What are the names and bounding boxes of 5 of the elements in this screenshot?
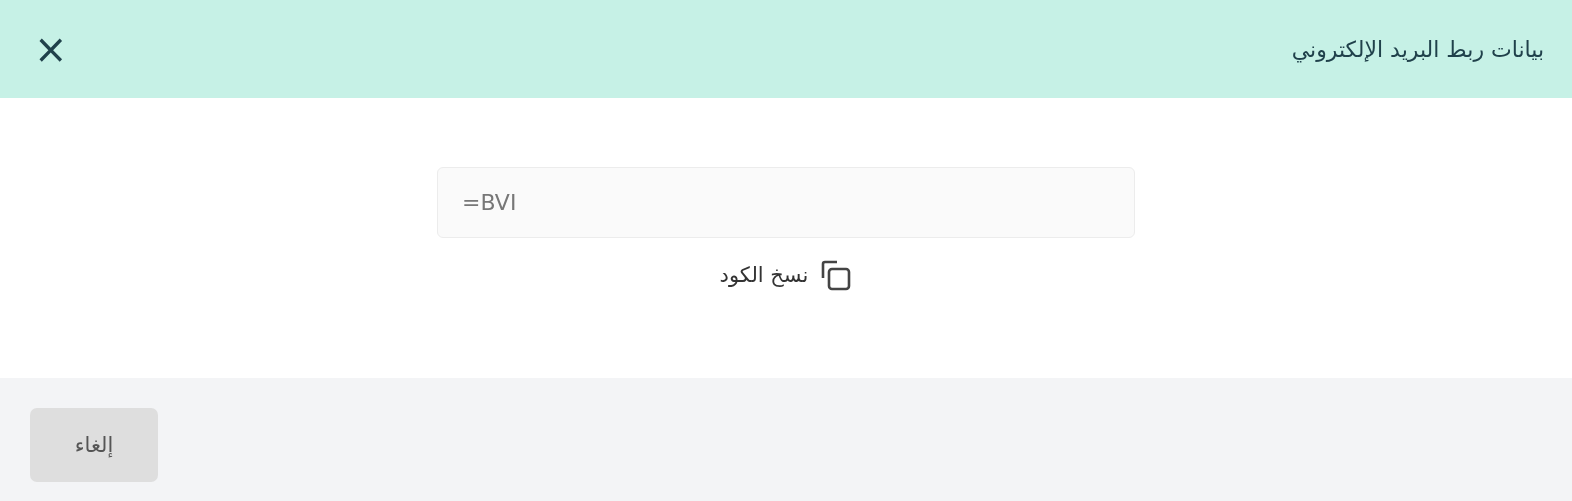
dialog-title: بيانات ربط البريد الإلكتروني: [1291, 36, 1544, 62]
close-button[interactable]: ×: [30, 29, 72, 69]
copy-code-button[interactable]: نسخ الكود: [719, 258, 853, 292]
cancel-button[interactable]: إلغاء: [30, 408, 158, 482]
code-field[interactable]: =BVI: [437, 167, 1135, 238]
